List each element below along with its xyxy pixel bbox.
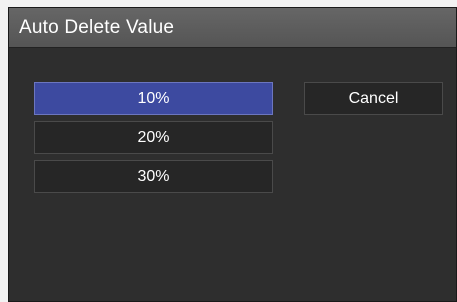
option-10-percent[interactable]: 10% <box>34 82 273 115</box>
dialog-title: Auto Delete Value <box>19 17 175 38</box>
cancel-button[interactable]: Cancel <box>304 82 443 115</box>
dialog-titlebar: Auto Delete Value <box>9 8 456 48</box>
option-20-percent[interactable]: 20% <box>34 121 273 154</box>
option-30-percent[interactable]: 30% <box>34 160 273 193</box>
auto-delete-value-dialog: Auto Delete Value 10% 20% 30% Cancel <box>8 7 457 302</box>
